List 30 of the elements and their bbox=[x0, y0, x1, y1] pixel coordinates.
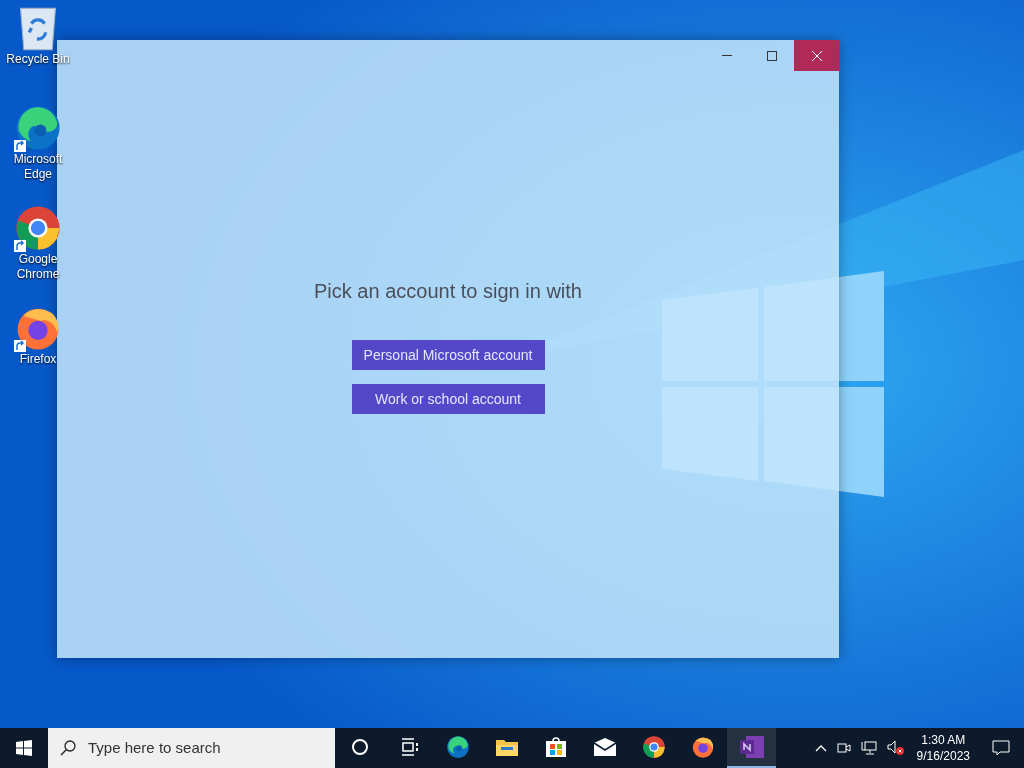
chrome-icon bbox=[641, 735, 666, 759]
firefox-icon bbox=[690, 735, 715, 759]
envelope-icon[interactable] bbox=[592, 738, 617, 756]
windows-logo-icon bbox=[16, 740, 32, 756]
account-option-button[interactable]: Personal Microsoft account bbox=[351, 340, 545, 370]
network-icon[interactable] bbox=[860, 741, 877, 755]
edge-icon bbox=[445, 735, 470, 759]
folder-icon[interactable] bbox=[494, 737, 519, 757]
account-option-button[interactable]: Work or school account bbox=[351, 384, 545, 414]
chevron-up-icon[interactable] bbox=[814, 744, 827, 752]
cortana-icon[interactable] bbox=[350, 738, 369, 756]
clock-date: 9/16/2023 bbox=[916, 748, 970, 764]
sign-in-heading: Pick an account to sign in with bbox=[314, 279, 582, 304]
desktop-icon-label[interactable]: Firefox bbox=[19, 352, 57, 367]
edge-icon bbox=[14, 104, 62, 152]
speech-bubble-icon bbox=[992, 740, 1010, 756]
close-icon bbox=[811, 50, 822, 61]
search-icon bbox=[60, 740, 76, 756]
muted-speaker-icon[interactable] bbox=[886, 740, 905, 756]
clock[interactable]: 1:30 AM 9/16/2023 bbox=[908, 732, 978, 764]
camera-icon[interactable] bbox=[836, 741, 851, 755]
taskbar-app[interactable] bbox=[727, 728, 776, 768]
maximize-icon bbox=[766, 50, 777, 61]
clock-time: 1:30 AM bbox=[921, 732, 966, 748]
onenote-icon[interactable] bbox=[739, 736, 764, 758]
store-bag-icon[interactable] bbox=[544, 736, 567, 758]
search-input[interactable]: Type here to search bbox=[88, 736, 308, 760]
chrome-icon bbox=[14, 204, 62, 252]
search-field[interactable]: Type here to search bbox=[48, 728, 335, 768]
minimize-icon bbox=[721, 55, 732, 56]
